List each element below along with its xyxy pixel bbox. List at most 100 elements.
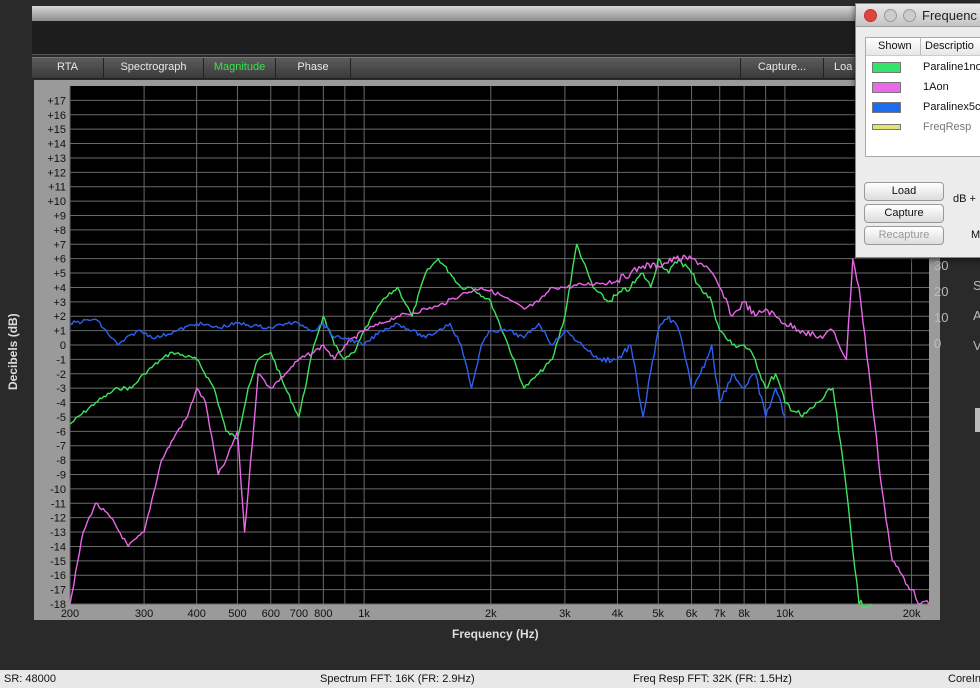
x-tick-label: 2k: [485, 608, 497, 620]
list-item[interactable]: Paralinex5c: [866, 98, 980, 116]
status-bar: SR: 48000 Spectrum FFT: 16K (FR: 2.9Hz) …: [0, 670, 980, 688]
column-shown[interactable]: Shown: [878, 40, 912, 52]
list-header: Shown Descriptio: [866, 38, 980, 56]
y-tick-label: -11: [51, 498, 66, 510]
x-tick-label: 500: [228, 608, 246, 620]
recapture-button[interactable]: Recapture: [864, 226, 944, 245]
y-tick-label: +17: [47, 95, 66, 107]
x-tick-label: 800: [314, 608, 332, 620]
x-tick-label: 20k: [903, 608, 921, 620]
y-tick-label: +14: [47, 139, 66, 151]
list-item[interactable]: 1Aon: [866, 78, 980, 96]
magnitude-chart: +17+16+15+14+13+12+11+10+9+8+7+6+5+4+3+2…: [47, 86, 930, 620]
x-tick-label: 6k: [686, 608, 698, 620]
measurement-name: FreqResp: [923, 121, 972, 133]
y-tick-label: -16: [50, 570, 66, 582]
right-side-letter: S: [973, 278, 980, 293]
x-tick-label: 3k: [559, 608, 571, 620]
zoom-icon[interactable]: [903, 9, 916, 22]
y-tick-label: +8: [53, 225, 66, 237]
x-tick-label: 300: [135, 608, 153, 620]
right-side-control[interactable]: [975, 408, 980, 432]
window-title: Frequenc: [922, 8, 977, 23]
right-scale-label: 0: [934, 336, 942, 351]
y-tick-label: -17: [50, 585, 66, 597]
y-tick-label: +1: [53, 326, 66, 338]
load-button[interactable]: Load: [864, 182, 944, 201]
y-axis-label: Decibels (dB): [6, 313, 20, 390]
view-tab-bar: RTA Spectrograph Magnitude Phase Capture…: [32, 57, 980, 79]
right-scale-label: 30: [934, 258, 949, 273]
color-swatch[interactable]: [872, 102, 901, 113]
y-tick-label: -10: [50, 484, 66, 496]
column-description[interactable]: Descriptio: [925, 40, 974, 52]
right-side-letter: A: [973, 308, 980, 323]
x-axis-label: Frequency (Hz): [452, 627, 539, 641]
x-tick-label: 200: [61, 608, 79, 620]
sample-rate-status: SR: 48000: [4, 673, 56, 685]
y-tick-label: +3: [53, 297, 66, 309]
list-item[interactable]: Paraline1no: [866, 58, 980, 76]
y-tick-label: +10: [47, 196, 66, 208]
capture-button[interactable]: Capture: [864, 204, 944, 223]
y-tick-label: -5: [56, 412, 66, 424]
x-tick-label: 700: [290, 608, 308, 620]
y-tick-label: +6: [53, 254, 66, 266]
close-icon[interactable]: [864, 9, 877, 22]
y-tick-label: +5: [53, 268, 66, 280]
y-tick-label: -13: [50, 527, 66, 539]
y-tick-label: +2: [53, 311, 66, 323]
magnitude-plot-panel: +17 +16 +15 +14 +13 +12 +11 +10 +9 +8 +7 +6 +5 +4 +3 +2…: [34, 80, 940, 620]
y-tick-label: -12: [50, 513, 66, 525]
y-tick-label: -14: [50, 541, 66, 553]
y-tick-label: -8: [56, 455, 66, 467]
tab-rta[interactable]: RTA: [32, 58, 104, 78]
y-tick-label: +9: [53, 211, 66, 223]
side-label: M: [971, 229, 980, 241]
y-tick-label: +15: [47, 124, 66, 136]
y-tick-label: -7: [56, 441, 66, 453]
x-tick-label: 400: [187, 608, 205, 620]
list-item[interactable]: FreqResp: [866, 118, 980, 136]
y-tick-label: +7: [53, 239, 66, 251]
freq-resp-fft-status: Freq Resp FFT: 32K (FR: 1.5Hz): [633, 673, 792, 685]
measurement-name: Paralinex5c: [923, 101, 980, 113]
y-tick-label: +12: [47, 167, 66, 179]
y-tick-label: -2: [56, 369, 66, 381]
x-tick-label: 8k: [738, 608, 750, 620]
window-titlebar[interactable]: Frequenc: [856, 4, 980, 27]
tab-phase[interactable]: Phase: [276, 58, 351, 78]
y-tick-label: 0: [60, 340, 66, 352]
y-tick-label: -1: [56, 354, 66, 366]
measurement-list: Shown Descriptio Paraline1no 1Aon Parali…: [865, 37, 980, 157]
x-tick-label: 600: [262, 608, 280, 620]
right-scale-label: 20: [934, 284, 949, 299]
y-tick-label: +4: [53, 282, 66, 294]
db-offset-label: dB +: [953, 193, 976, 205]
x-tick-label: 4k: [612, 608, 624, 620]
frequency-response-window: Frequenc Shown Descriptio Paraline1no 1A…: [855, 3, 980, 258]
y-tick-label: +11: [48, 182, 66, 194]
y-tick-label: -15: [50, 556, 66, 568]
y-tick-label: +16: [47, 110, 66, 122]
x-tick-label: 7k: [714, 608, 726, 620]
color-swatch[interactable]: [872, 62, 901, 73]
x-tick-label: 1k: [358, 608, 370, 620]
top-toolbar: [32, 6, 980, 21]
minimize-icon[interactable]: [884, 9, 897, 22]
measurement-name: 1Aon: [923, 81, 949, 93]
capture-tab-button[interactable]: Capture...: [740, 58, 824, 78]
color-swatch[interactable]: [872, 124, 901, 130]
y-tick-label: +13: [47, 153, 66, 165]
y-tick-label: -9: [56, 470, 66, 482]
x-tick-label: 5k: [652, 608, 664, 620]
y-tick-label: -4: [56, 398, 66, 410]
y-tick-label: -6: [56, 426, 66, 438]
y-tick-label: -3: [56, 383, 66, 395]
measurement-name: Paraline1no: [923, 61, 980, 73]
spectrum-fft-status: Spectrum FFT: 16K (FR: 2.9Hz): [320, 673, 475, 685]
color-swatch[interactable]: [872, 82, 901, 93]
x-tick-label: 10k: [776, 608, 794, 620]
tab-magnitude[interactable]: Magnitude: [204, 58, 276, 78]
tab-spectrograph[interactable]: Spectrograph: [104, 58, 204, 78]
